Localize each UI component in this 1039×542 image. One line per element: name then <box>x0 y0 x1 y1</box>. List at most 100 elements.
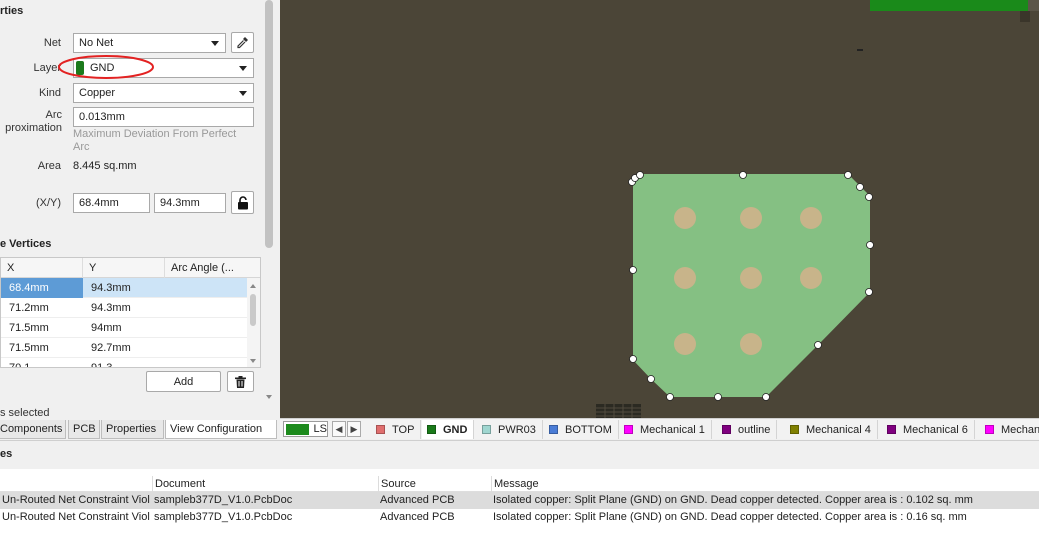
column-header-x[interactable]: X <box>1 258 83 278</box>
pcb-drawing[interactable] <box>280 0 1039 418</box>
tab-properties[interactable]: Properties <box>101 420 164 439</box>
layer-color-swatch <box>887 425 896 434</box>
vertex-row[interactable]: 68.4mm 94.3mm <box>1 278 248 298</box>
pad[interactable] <box>800 207 822 229</box>
layer-tab-outline[interactable]: outline <box>717 420 778 439</box>
pad[interactable] <box>674 207 696 229</box>
small-mark <box>857 49 863 51</box>
message-source: Advanced PCB <box>380 511 455 523</box>
layer-color-swatch <box>624 425 633 434</box>
layer-color-swatch <box>427 425 436 434</box>
vertex-y: 94.3mm <box>91 282 131 294</box>
vertex-y: 94.3mm <box>91 302 131 314</box>
highlight-ellipse-annotation <box>58 55 154 79</box>
layer-tab-mechanical-partial[interactable]: Mechan <box>980 420 1039 439</box>
delete-vertex-button[interactable] <box>227 371 254 392</box>
layer-color-swatch <box>790 425 799 434</box>
layer-tab-bottom[interactable]: BOTTOM <box>544 420 619 439</box>
vertex-row[interactable]: 70.1 91.3 <box>1 358 248 368</box>
vertex-arc-angle <box>165 358 248 367</box>
column-header-class[interactable] <box>0 476 152 492</box>
chevron-right-icon: ▶ <box>350 424 358 434</box>
vertex-handle[interactable] <box>636 171 644 179</box>
vertex-row[interactable]: 71.5mm 94mm <box>1 318 248 338</box>
message-row[interactable]: Un-Routed Net Constraint Violation sampl… <box>0 509 1039 526</box>
location-x-input[interactable]: 68.4mm <box>73 193 150 213</box>
vertex-row[interactable]: 71.2mm 94.3mm <box>1 298 248 318</box>
vertex-handle[interactable] <box>714 393 722 401</box>
eyedropper-icon <box>237 37 248 49</box>
kind-value: Copper <box>79 87 116 99</box>
vertex-x: 71.5mm <box>9 322 49 334</box>
messages-panel: es Document Source Message Un-Routed Net… <box>0 440 1039 542</box>
net-picker-button[interactable] <box>231 32 254 53</box>
message-row[interactable]: Un-Routed Net Constraint Violation sampl… <box>0 492 1039 509</box>
vertex-handle[interactable] <box>814 341 822 349</box>
column-header-y[interactable]: Y <box>83 258 165 278</box>
vertex-handle[interactable] <box>666 393 674 401</box>
layer-tab-mechanical-6[interactable]: Mechanical 6 <box>882 420 975 439</box>
lock-button[interactable] <box>231 191 254 214</box>
pad[interactable] <box>740 207 762 229</box>
layer-tab-gnd[interactable]: GND <box>422 420 475 439</box>
panel-tab-bar: Components PCB Properties View Configura… <box>0 420 281 439</box>
layer-tab-label: Mechanical 4 <box>806 423 871 436</box>
vertex-handle[interactable] <box>739 171 747 179</box>
pad[interactable] <box>674 267 696 289</box>
pad[interactable] <box>740 267 762 289</box>
layer-tab-label: BOTTOM <box>565 423 612 436</box>
layer-tab-mechanical-1[interactable]: Mechanical 1 <box>619 420 712 439</box>
vertex-handle[interactable] <box>865 193 873 201</box>
arc-approximation-input[interactable]: 0.013mm <box>73 107 254 127</box>
kind-dropdown[interactable]: Copper <box>73 83 254 103</box>
layer-tab-top[interactable]: TOP <box>371 420 422 439</box>
vertex-handle[interactable] <box>866 241 874 249</box>
location-label: (X/Y) <box>35 197 61 209</box>
board-edge-mark <box>1020 11 1030 22</box>
vertex-handle[interactable] <box>629 355 637 363</box>
column-header-message[interactable]: Message <box>491 476 1039 492</box>
layer-color-swatch <box>482 425 491 434</box>
pad[interactable] <box>740 333 762 355</box>
vertex-handle[interactable] <box>629 266 637 274</box>
net-value: No Net <box>79 37 114 49</box>
vertex-handle[interactable] <box>844 171 852 179</box>
net-dropdown[interactable]: No Net <box>73 33 226 53</box>
area-label: Area <box>37 160 61 172</box>
column-header-arc-angle[interactable]: Arc Angle (... <box>165 258 260 278</box>
tab-view-configuration[interactable]: View Configuration <box>165 420 277 439</box>
layer-set-button[interactable]: LS <box>283 421 328 437</box>
vertex-row[interactable]: 71.5mm 92.7mm <box>1 338 248 358</box>
vertex-handle[interactable] <box>865 288 873 296</box>
scroll-down-arrow-icon[interactable] <box>266 395 272 399</box>
vertex-x: 70.1 <box>9 362 31 368</box>
location-x-value: 68.4mm <box>79 197 119 209</box>
properties-panel: rties Net No Net Layer GND Kind Copper A… <box>0 0 275 420</box>
chevron-left-icon: ◀ <box>335 424 343 434</box>
tab-pcb[interactable]: PCB <box>68 420 100 439</box>
layer-tab-mechanical-4[interactable]: Mechanical 4 <box>785 420 878 439</box>
vertex-handle[interactable] <box>762 393 770 401</box>
green-component-outline <box>870 0 1028 11</box>
pad[interactable] <box>674 333 696 355</box>
layer-scroll-left-button[interactable]: ◀ <box>332 421 346 437</box>
location-y-input[interactable]: 94.3mm <box>154 193 226 213</box>
net-label: Net <box>43 37 61 49</box>
layer-set-swatch <box>286 423 309 435</box>
scroll-down-arrow-icon[interactable] <box>250 359 256 363</box>
vertex-handle[interactable] <box>647 375 655 383</box>
layer-tab-pwr03[interactable]: PWR03 <box>477 420 543 439</box>
scroll-thumb[interactable] <box>250 294 256 326</box>
pad[interactable] <box>800 267 822 289</box>
tab-components[interactable]: Components <box>0 420 66 439</box>
add-vertex-button[interactable]: Add <box>146 371 221 392</box>
vertex-handle[interactable] <box>856 183 864 191</box>
pcb-canvas[interactable] <box>280 0 1039 418</box>
layer-tab-label: Mechanical 6 <box>903 423 968 436</box>
scroll-up-arrow-icon[interactable] <box>250 284 256 288</box>
panel-scroll-thumb[interactable] <box>265 0 273 248</box>
vertices-scrollbar[interactable] <box>247 278 260 367</box>
column-header-document[interactable]: Document <box>152 476 378 492</box>
column-header-source[interactable]: Source <box>378 476 491 492</box>
layer-scroll-right-button[interactable]: ▶ <box>347 421 361 437</box>
